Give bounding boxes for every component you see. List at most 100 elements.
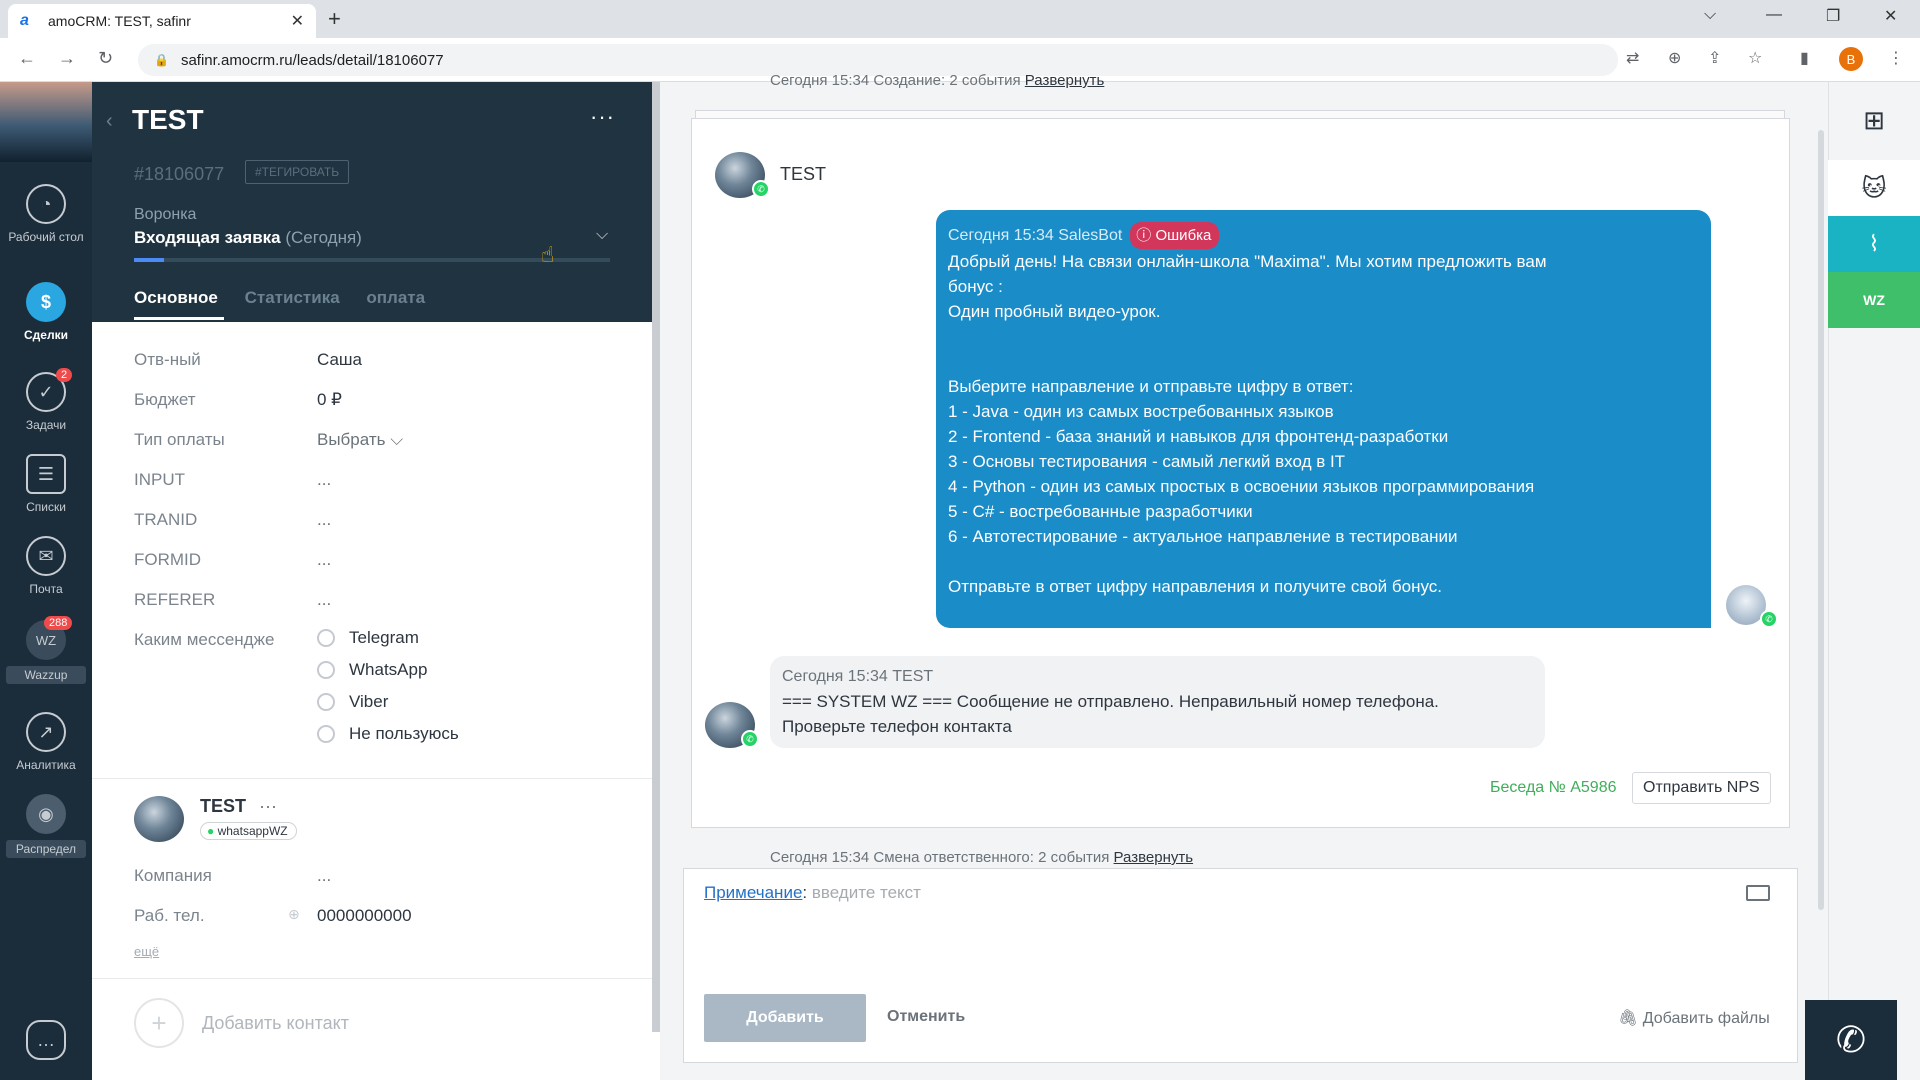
field-value-input[interactable]: ... [317,470,331,490]
radio-whatsapp[interactable]: WhatsApp [317,660,427,680]
window-close-icon[interactable]: ✕ [1884,6,1897,26]
cat-widget-icon[interactable]: 🐱 [1828,160,1920,216]
nav-analytics-label: Аналитика [16,758,76,772]
back-chevron-icon[interactable]: ‹ [106,110,113,133]
field-value-tranid[interactable]: ... [317,510,331,530]
tab-payment[interactable]: оплата [366,288,425,307]
nav-analytics[interactable]: ↗ Аналитика [0,712,92,772]
reload-icon[interactable]: ↻ [98,48,113,69]
tab-statistics[interactable]: Статистика [245,288,340,307]
back-icon[interactable]: ← [18,48,36,69]
lead-menu-icon[interactable]: ··· [590,104,615,130]
restore-icon[interactable]: ❐ [1826,6,1840,26]
lock-icon: 🔒 [154,53,169,67]
plus-icon: + [134,998,184,1048]
add-note-button[interactable]: Добавить [704,994,866,1042]
left-scrollbar[interactable] [652,82,660,1032]
expand-link[interactable]: Развернуть [1114,849,1194,866]
outgoing-line: Выберите направление и отправьте цифру в… [948,377,1354,396]
tag-button[interactable]: #ТЕГИРОВАТЬ [245,160,350,184]
cancel-note-button[interactable]: Отменить [887,1008,965,1026]
field-value-formid[interactable]: ... [317,550,331,570]
note-placeholder[interactable]: введите текст [812,883,921,902]
contact-menu-icon[interactable]: ··· [259,796,277,816]
error-icon: ⓘ [1136,227,1152,244]
pipeline-stage-select[interactable]: Входящая заявка (Сегодня) [134,228,362,248]
nav-lists[interactable]: ☰ Списки [0,454,92,514]
field-value-referer[interactable]: ... [317,590,331,610]
contact-name-text: TEST [200,796,247,816]
whatsapp-badge-icon: ✆ [741,730,759,748]
translate-icon[interactable]: ⇄ [1626,48,1639,68]
field-value-responsible[interactable]: Саша [317,350,362,370]
note-type-link[interactable]: Примечание [704,883,802,902]
radio-telegram[interactable]: Telegram [317,628,419,648]
radio-whatsapp-label: WhatsApp [349,660,428,679]
browser-menu-icon[interactable]: ⋮ [1888,48,1904,68]
contact-name[interactable]: TEST ··· [200,796,277,817]
forward-icon[interactable]: → [58,48,76,69]
tab-search-chevron-icon[interactable]: ⌵ [1704,6,1716,24]
phone-call-icon[interactable]: ✆ [1805,1000,1897,1080]
stage-chevron-down-icon[interactable]: ⌵ [596,226,608,244]
radio-none[interactable]: Не пользуюсь [317,724,459,744]
add-files-button[interactable]: 🖇 Добавить файлы [1618,1008,1770,1028]
whatsapp-icon: ● [207,824,215,838]
keyboard-icon[interactable] [1746,885,1770,901]
pulse-widget-icon[interactable]: ⌇ [1828,216,1920,272]
phone-type-icon[interactable]: ⊕ [288,906,300,923]
tab-close-icon[interactable]: ✕ [291,11,304,31]
radio-circle [317,661,335,679]
field-value-company[interactable]: ... [317,866,331,886]
tab-main[interactable]: Основное [134,288,218,307]
radio-viber[interactable]: Viber [317,692,388,712]
nav-distribution[interactable]: ◉ Распредел [0,794,92,858]
payment-type-select[interactable]: Выбрать ⌵ [317,430,403,450]
field-value-phone[interactable]: 0000000000 [317,906,412,926]
radio-viber-label: Viber [349,692,389,711]
expand-link[interactable]: Развернуть [1025,72,1105,89]
event-responsible-change: Сегодня 15:34 Смена ответственного: 2 со… [770,849,1193,866]
note-label[interactable]: Примечание: введите текст [704,883,921,903]
radio-circle [317,629,335,647]
feed-scrollbar[interactable] [1818,130,1824,910]
conversation-number[interactable]: Беседа № A5986 [1490,779,1617,797]
chat-name[interactable]: TEST [780,164,826,185]
minimize-icon[interactable]: — [1766,6,1782,24]
contact-tag[interactable]: ● whatsappWZ [200,822,297,840]
paperclip-icon: 🖇 [1618,1010,1639,1027]
nav-dashboard-label: Рабочий стол [8,230,84,244]
nav-deals[interactable]: $ Сделки [0,282,92,342]
mail-icon: ✉ [26,536,66,576]
field-value-budget[interactable]: 0 ₽ [317,390,342,410]
radio-circle [317,693,335,711]
send-nps-button[interactable]: Отправить NPS [1632,772,1771,804]
more-fields-link[interactable]: ещё [134,944,159,959]
add-widget-icon[interactable]: ⊞ [1828,92,1920,148]
event-created-text: Сегодня 15:34 Создание: 2 события [770,72,1021,89]
browser-tab[interactable]: a amoCRM: TEST, safinr ✕ [8,4,316,38]
nav-chats[interactable]: … [0,1020,92,1066]
profile-avatar[interactable]: B [1839,47,1863,71]
account-banner[interactable] [0,82,92,162]
share-icon[interactable]: ⇪ [1708,48,1721,68]
lead-id: #18106077 [134,164,225,184]
field-label-messenger: Каким мессендже [134,630,275,649]
add-contact-button[interactable]: + Добавить контакт [134,998,349,1048]
new-tab-icon[interactable]: + [328,6,341,32]
nav-mail[interactable]: ✉ Почта [0,536,92,596]
nav-dashboard[interactable]: ◔ Рабочий стол [0,184,92,244]
bookmark-star-icon[interactable]: ☆ [1748,48,1762,68]
side-panel-icon[interactable]: ▮ [1800,48,1809,68]
funnel-label: Воронка [134,206,197,223]
zoom-icon[interactable]: ⊕ [1668,48,1681,68]
nav-wazzup[interactable]: WZ Wazzup 288 [0,616,92,684]
nav-tasks[interactable]: ✓ Задачи 2 [0,368,92,432]
lead-title[interactable]: TEST [132,104,204,136]
nav-distribution-label: Распредел [6,840,86,858]
contact-avatar[interactable] [134,796,184,842]
wz-widget[interactable]: WZ [1828,272,1920,328]
wazzup-badge: 288 [44,616,73,630]
outgoing-meta-text: Сегодня 15:34 SalesBot [948,227,1123,244]
error-badge[interactable]: ⓘ Ошибка [1130,222,1220,249]
